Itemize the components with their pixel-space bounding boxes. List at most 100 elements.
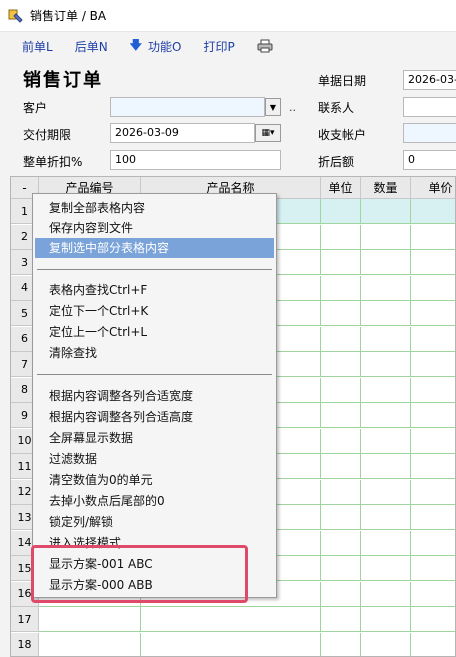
context-menu: 复制全部表格内容 保存内容到文件 复制选中部分表格内容 表格内查找Ctrl+F … — [32, 193, 277, 598]
table-cell[interactable] — [361, 581, 411, 607]
customer-dropdown[interactable]: ▼ — [265, 98, 281, 116]
toolbar: 前单L 后单N 🡇 功能O 打印P — [0, 32, 456, 60]
table-cell[interactable] — [321, 250, 361, 275]
table-cell[interactable] — [411, 556, 455, 581]
table-cell[interactable] — [361, 199, 411, 224]
table-cell[interactable] — [361, 275, 411, 301]
table-cell[interactable] — [321, 632, 361, 656]
table-cell[interactable] — [411, 225, 455, 250]
discount-field[interactable]: 100 — [110, 150, 281, 170]
date-field[interactable]: 2026-03-0 — [403, 70, 456, 90]
row-number[interactable]: 18 — [11, 632, 39, 656]
table-cell[interactable] — [411, 505, 455, 530]
menu-item-copy-selection[interactable]: 复制选中部分表格内容 — [35, 238, 274, 258]
table-cell[interactable] — [141, 607, 321, 632]
table-cell[interactable] — [321, 275, 361, 301]
table-cell[interactable] — [411, 327, 455, 352]
menu-item-find-next[interactable]: 定位下一个Ctrl+K — [35, 301, 274, 321]
print-button[interactable]: 打印P — [203, 38, 234, 55]
table-cell[interactable] — [411, 454, 455, 479]
menu-item-select-mode[interactable]: 进入选择模式 — [35, 533, 274, 553]
table-cell[interactable] — [321, 224, 361, 250]
table-cell[interactable] — [411, 607, 455, 632]
table-cell[interactable] — [361, 556, 411, 581]
table-cell[interactable] — [39, 607, 141, 632]
menu-item-clear-zero[interactable]: 清空数值为0的单元 — [35, 470, 274, 490]
menu-item-autofit-width[interactable]: 根据内容调整各列合适宽度 — [35, 386, 274, 406]
table-cell[interactable] — [361, 454, 411, 479]
table-cell[interactable] — [321, 530, 361, 556]
table-cell[interactable] — [361, 505, 411, 530]
table-cell[interactable] — [321, 556, 361, 581]
menu-item-save-to-file[interactable]: 保存内容到文件 — [35, 218, 274, 238]
table-cell[interactable] — [411, 378, 455, 403]
table-cell[interactable] — [321, 607, 361, 632]
due-field[interactable]: 2026-03-09 — [110, 123, 255, 143]
menu-item-scheme-000[interactable]: 显示方案-000 ABB — [35, 575, 274, 595]
table-cell[interactable] — [321, 505, 361, 530]
table-cell[interactable] — [321, 479, 361, 505]
table-cell[interactable] — [411, 352, 455, 377]
menu-item-filter[interactable]: 过滤数据 — [35, 449, 274, 469]
menu-item-copy-all[interactable]: 复制全部表格内容 — [35, 198, 274, 218]
table-cell[interactable] — [361, 479, 411, 505]
column-header[interactable]: 单位 — [321, 177, 361, 199]
table-cell[interactable] — [361, 352, 411, 377]
window-title: 销售订单 / BA — [30, 9, 107, 23]
menu-item-scheme-001[interactable]: 显示方案-001 ABC — [35, 554, 274, 574]
column-header[interactable]: 单价 — [411, 177, 455, 199]
table-cell[interactable] — [361, 326, 411, 352]
menu-item-trim-decimals[interactable]: 去掉小数点后尾部的0 — [35, 491, 274, 511]
menu-item-lock-columns[interactable]: 锁定列/解锁 — [35, 512, 274, 532]
print-preview-button[interactable] — [257, 39, 273, 53]
prev-button[interactable]: 前单L — [22, 38, 53, 55]
table-cell[interactable] — [411, 301, 455, 326]
table-cell[interactable] — [321, 428, 361, 454]
table-cell[interactable] — [321, 199, 361, 224]
table-cell[interactable] — [321, 377, 361, 403]
menu-item-autofit-height[interactable]: 根据内容调整各列合适高度 — [35, 407, 274, 427]
table-cell[interactable] — [321, 301, 361, 326]
menu-item-fullscreen[interactable]: 全屏幕显示数据 — [35, 428, 274, 448]
table-cell[interactable] — [361, 377, 411, 403]
table-cell[interactable] — [411, 276, 455, 301]
row-number[interactable]: 17 — [11, 607, 39, 632]
table-cell[interactable] — [411, 199, 455, 224]
after-discount-label: 折后额 — [318, 155, 355, 169]
table-cell[interactable] — [39, 632, 141, 656]
function-button[interactable]: 🡇 功能O — [130, 36, 182, 57]
contact-field[interactable] — [403, 97, 456, 117]
customer-ellipsis[interactable]: .. — [289, 101, 296, 114]
table-cell[interactable] — [321, 326, 361, 352]
table-cell[interactable] — [141, 632, 321, 656]
table-cell[interactable] — [321, 454, 361, 479]
table-cell[interactable] — [411, 403, 455, 428]
table-cell[interactable] — [361, 224, 411, 250]
table-cell[interactable] — [361, 301, 411, 326]
table-cell[interactable] — [361, 530, 411, 556]
table-cell[interactable] — [361, 250, 411, 275]
next-button[interactable]: 后单N — [75, 38, 108, 55]
table-cell[interactable] — [411, 531, 455, 556]
table-cell[interactable] — [321, 352, 361, 377]
calendar-icon: ▦▾ — [261, 128, 275, 138]
table-cell[interactable] — [361, 607, 411, 632]
account-field[interactable] — [403, 123, 456, 143]
table-cell[interactable] — [361, 632, 411, 656]
after-discount-field[interactable]: 0 — [403, 150, 456, 170]
table-cell[interactable] — [321, 581, 361, 607]
calendar-dropdown[interactable]: ▦▾ — [255, 124, 281, 142]
table-cell[interactable] — [411, 480, 455, 505]
menu-item-find-previous[interactable]: 定位上一个Ctrl+L — [35, 322, 274, 342]
table-cell[interactable] — [411, 582, 455, 607]
table-cell[interactable] — [411, 633, 455, 657]
table-cell[interactable] — [411, 250, 455, 275]
customer-field[interactable] — [110, 97, 265, 117]
table-cell[interactable] — [361, 403, 411, 428]
menu-item-clear-find[interactable]: 清除查找 — [35, 343, 274, 363]
column-header[interactable]: 数量 — [361, 177, 411, 199]
table-cell[interactable] — [361, 428, 411, 454]
menu-item-find[interactable]: 表格内查找Ctrl+F — [35, 280, 274, 300]
table-cell[interactable] — [411, 429, 455, 454]
table-cell[interactable] — [321, 403, 361, 428]
